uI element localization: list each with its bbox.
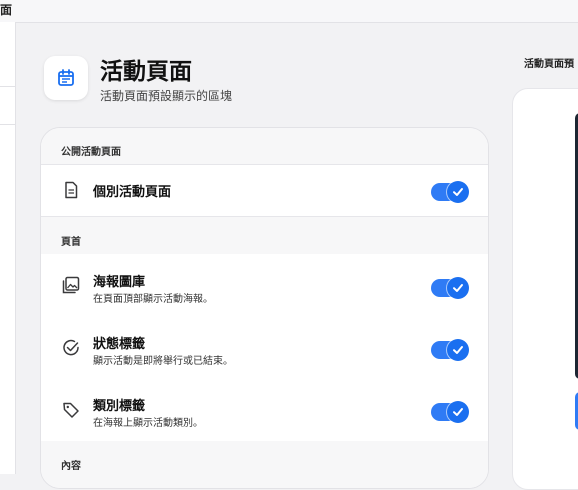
row-individual-page[interactable]: 個別活動頁面 (41, 165, 488, 216)
row-description: 在海報上顯示活動類別。 (93, 418, 203, 429)
row-description: 顯示活動是即將舉行或已結束。 (93, 356, 233, 367)
section-header-public: 公開活動頁面 (41, 128, 488, 164)
page-title: 活動頁面 (100, 59, 192, 85)
row-category-tag[interactable]: 類別標籤 在海報上顯示活動類別。 (41, 378, 488, 441)
toggle-category-tag[interactable] (431, 401, 469, 423)
row-title: 海報圖庫 (93, 275, 146, 290)
title-bar: 面 (0, 0, 578, 23)
row-status-badge[interactable]: 狀態標籤 顯示活動是即將舉行或已結束。 (41, 316, 488, 378)
preview-label: 活動頁面預 (524, 59, 574, 70)
sidebar-divider (0, 124, 15, 125)
section-header-homepage: 頁首 (41, 217, 488, 254)
checkmark-icon (447, 181, 469, 203)
section-header-content: 內容 (41, 441, 488, 488)
calendar-icon (44, 56, 88, 100)
section-label: 公開活動頁面 (61, 147, 121, 158)
sidebar (0, 22, 16, 474)
document-icon (61, 180, 81, 200)
row-title: 個別活動頁面 (93, 185, 172, 200)
image-gallery-icon (61, 275, 81, 295)
row-poster-gallery[interactable]: 海報圖庫 在頁面頂部顯示活動海報。 (41, 254, 488, 316)
check-circle-icon (61, 338, 81, 358)
page-subtitle: 活動頁面預設顯示的區塊 (100, 89, 233, 103)
sidebar-divider (0, 86, 15, 87)
checkmark-icon (447, 339, 469, 361)
toggle-status-badge[interactable] (431, 339, 469, 361)
window-title: 面 (0, 3, 13, 17)
row-description: 在頁面頂部顯示活動海報。 (93, 294, 213, 305)
tag-icon (61, 400, 81, 420)
section-label: 頁首 (61, 237, 81, 248)
toggle-individual-page[interactable] (431, 181, 469, 203)
settings-card: 公開活動頁面 個別活動頁面 頁首 海報圖庫 在頁面頂部顯示活動海報。 狀態標籤 … (40, 127, 489, 489)
checkmark-icon (447, 401, 469, 423)
toggle-poster-gallery[interactable] (431, 277, 469, 299)
row-title: 狀態標籤 (93, 337, 146, 352)
preview-panel (512, 88, 578, 490)
row-title: 類別標籤 (93, 399, 146, 414)
checkmark-icon (447, 277, 469, 299)
section-label: 內容 (61, 461, 81, 472)
